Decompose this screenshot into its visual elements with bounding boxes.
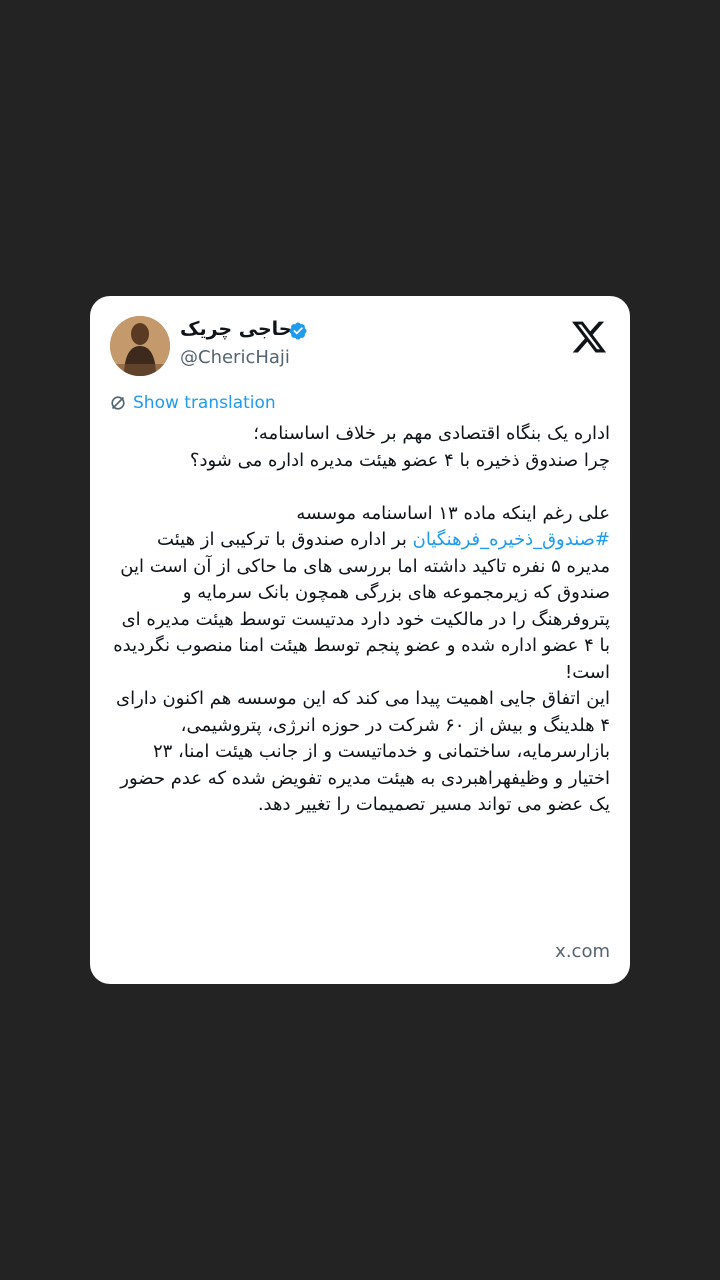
source-link[interactable]: x.com: [555, 941, 610, 962]
translate-icon: [111, 396, 125, 410]
show-translation-button[interactable]: Show translation: [110, 392, 276, 414]
verified-badge-icon: [289, 322, 307, 340]
tweet-paragraph-2-start: علی رغم اینکه ماده ۱۳ اساسنامه موسسه: [296, 502, 610, 524]
show-translation-label: Show translation: [133, 393, 276, 413]
tweet-text: اداره یک بنگاه اقتصادی مهم بر خلاف اساسن…: [110, 421, 610, 819]
tweet-paragraph-2-rest: بر اداره صندوق با ترکیبی از هیئت مدیره ۵…: [113, 529, 610, 683]
display-name[interactable]: حاجی چریک: [180, 318, 292, 340]
tweet-paragraph-1: اداره یک بنگاه اقتصادی مهم بر خلاف اساسن…: [189, 423, 610, 471]
hashtag-link[interactable]: #صندوق_ذخیره_فرهنگیان: [413, 529, 610, 550]
tweet-paragraph-3: این اتفاق جایی اهمیت پیدا می کند که این …: [115, 688, 610, 815]
tweet-card[interactable]: حاجی چریک @ChericHaji Show translation ا…: [90, 296, 630, 984]
x-logo-icon[interactable]: [570, 318, 608, 356]
tweet-paragraph-2: علی رغم اینکه ماده ۱۳ اساسنامه موسسه #صند…: [110, 501, 610, 687]
avatar[interactable]: [110, 316, 170, 376]
user-handle[interactable]: @ChericHaji: [180, 347, 290, 368]
avatar-image: [110, 316, 170, 376]
